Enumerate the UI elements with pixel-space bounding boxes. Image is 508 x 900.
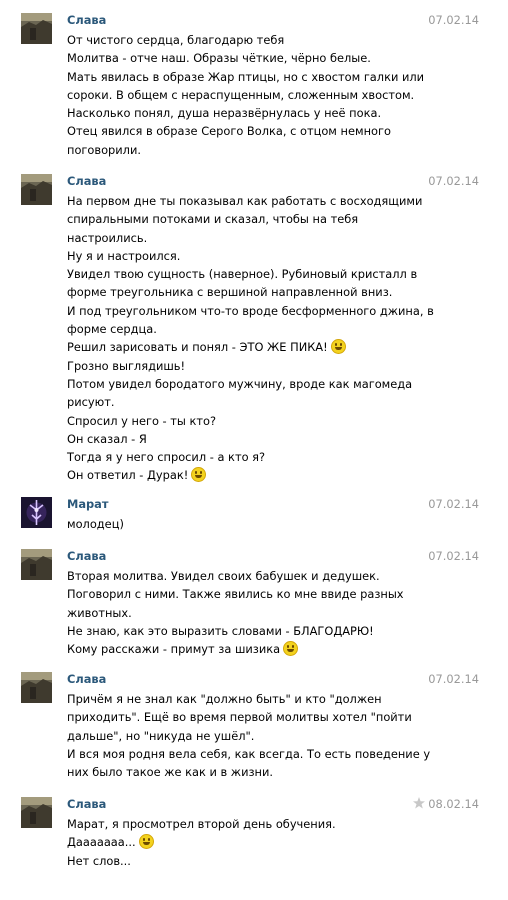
author-name[interactable]: Слава — [67, 174, 106, 188]
message-line: сороки. В общем с нераспущенным, сложенн… — [67, 87, 415, 102]
message-date[interactable]: 08.02.14 — [428, 797, 479, 811]
author-name[interactable]: Слава — [67, 13, 106, 27]
message-line: Он сказал - Я — [67, 431, 147, 446]
message-line: От чистого сердца, благодарю тебя — [67, 33, 285, 47]
message-line: Не знаю, как это выразить словами - БЛАГ… — [67, 623, 374, 638]
message-line: Мать явилась в образе Жар птицы, но с хв… — [67, 69, 425, 84]
message-body: Марат, я просмотрел второй день обучения… — [67, 815, 412, 870]
avatar[interactable] — [21, 174, 52, 205]
message-body: От чистого сердца, благодарю тебя Молитв… — [67, 31, 425, 159]
avatar-photo-icon — [21, 174, 52, 205]
author-name[interactable]: Слава — [67, 549, 106, 563]
avatar-photo-icon — [21, 549, 52, 580]
message-line: форме треугольника с вершиной направленн… — [67, 285, 393, 300]
message-line: Марат, я просмотрел второй день обучения… — [67, 817, 336, 831]
message-line: Нет слов... — [67, 853, 131, 868]
message-date[interactable]: 07.02.14 — [428, 497, 479, 511]
avatar-crystal-icon — [21, 497, 52, 528]
message-line: форме сердца. — [67, 322, 157, 337]
message: Слава 07.02.14 Вторая молитва. Увидел св… — [0, 549, 508, 659]
message-line: Отец явился в образе Серого Волка, с отц… — [67, 124, 391, 139]
message-date[interactable]: 07.02.14 — [428, 13, 479, 27]
avatar[interactable] — [21, 672, 52, 703]
author-name[interactable]: Марат — [67, 497, 108, 511]
message-line: И под треугольником что-то вроде бесформ… — [67, 303, 434, 318]
message-body: Вторая молитва. Увидел своих бабушек и д… — [67, 567, 412, 658]
smile-emoji-icon — [191, 467, 207, 483]
message-text: Он ответил - Дурак! — [67, 468, 189, 483]
message: Слава 07.02.14 Причём я не знал как "дол… — [0, 672, 508, 782]
avatar[interactable] — [21, 497, 52, 528]
smile-emoji-icon — [330, 339, 346, 355]
message-line: настроились. — [67, 230, 148, 245]
message-body: Причём я не знал как "должно быть" и кто… — [67, 690, 431, 781]
message-line: Молитва - отче наш. Образы чёткие, чёрно… — [67, 51, 371, 66]
message-body: На первом дне ты показывал как работать … — [67, 192, 434, 485]
message: Марат 07.02.14 молодец) — [0, 497, 508, 537]
message-line: Вторая молитва. Увидел своих бабушек и д… — [67, 569, 380, 583]
message: Слава 07.02.14 На первом дне ты показыва… — [0, 174, 508, 484]
message-line: поговорили. — [67, 142, 141, 157]
message-line: Кому расскажи - примут за шизика — [67, 640, 412, 658]
message-line: Поговорил с ними. Также явились ко мне в… — [67, 587, 404, 602]
message-line: рисуют. — [67, 395, 115, 410]
message-line: И вся моя родня вела себя, как всегда. Т… — [67, 746, 431, 761]
message-line: дальше", но "никуда не ушёл". — [67, 728, 255, 743]
message-date[interactable]: 07.02.14 — [428, 672, 479, 686]
message-body: молодец) — [67, 515, 412, 533]
avatar[interactable] — [21, 549, 52, 580]
message-line: Спросил у него - ты кто? — [67, 413, 217, 428]
avatar-photo-icon — [21, 797, 52, 828]
message-line: Грозно выглядишь! — [67, 358, 186, 373]
message-date[interactable]: 07.02.14 — [428, 174, 479, 188]
avatar-photo-icon — [21, 672, 52, 703]
message-line: животных. — [67, 605, 132, 620]
message: Слава 08.02.14 Марат, я просмотрел второ… — [0, 797, 508, 877]
star-icon[interactable] — [412, 796, 426, 810]
message-line: них было такое же как и в жизни. — [67, 765, 273, 780]
message-line: спиральными потоками и сказал, чтобы на … — [67, 212, 359, 227]
message-text: Решил зарисовать и понял - ЭТО ЖЕ ПИКА! — [67, 340, 328, 355]
message-line: приходить". Ещё во время первой молитвы … — [67, 710, 412, 725]
smile-emoji-icon — [283, 641, 299, 657]
message: Слава 07.02.14 От чистого сердца, благод… — [0, 13, 508, 157]
avatar-photo-icon — [21, 13, 52, 44]
author-name[interactable]: Слава — [67, 797, 106, 811]
message-line: Увидел твою сущность (наверное). Рубинов… — [67, 267, 418, 282]
message-line: Ну я и настроился. — [67, 248, 181, 263]
message-line: Он ответил - Дурак! — [67, 466, 412, 484]
message-date[interactable]: 07.02.14 — [428, 549, 479, 563]
avatar[interactable] — [21, 13, 52, 44]
smile-emoji-icon — [138, 834, 154, 850]
message-text: Дааааааа... — [67, 835, 136, 850]
message-line: Причём я не знал как "должно быть" и кто… — [67, 692, 382, 706]
author-name[interactable]: Слава — [67, 672, 106, 686]
message-line: Дааааааа... — [67, 833, 412, 851]
avatar[interactable] — [21, 797, 52, 828]
message-line: Потом увидел бородатого мужчину, вроде к… — [67, 376, 413, 391]
message-line: На первом дне ты показывал как работать … — [67, 194, 423, 208]
message-line: Решил зарисовать и понял - ЭТО ЖЕ ПИКА! — [67, 338, 412, 356]
message-line: Насколько понял, душа неразвёрнулась у н… — [67, 106, 382, 121]
message-text: Кому расскажи - примут за шизика — [67, 642, 281, 657]
message-line: Тогда я у него спросил - а кто я? — [67, 450, 266, 465]
message-line: молодец) — [67, 517, 124, 531]
